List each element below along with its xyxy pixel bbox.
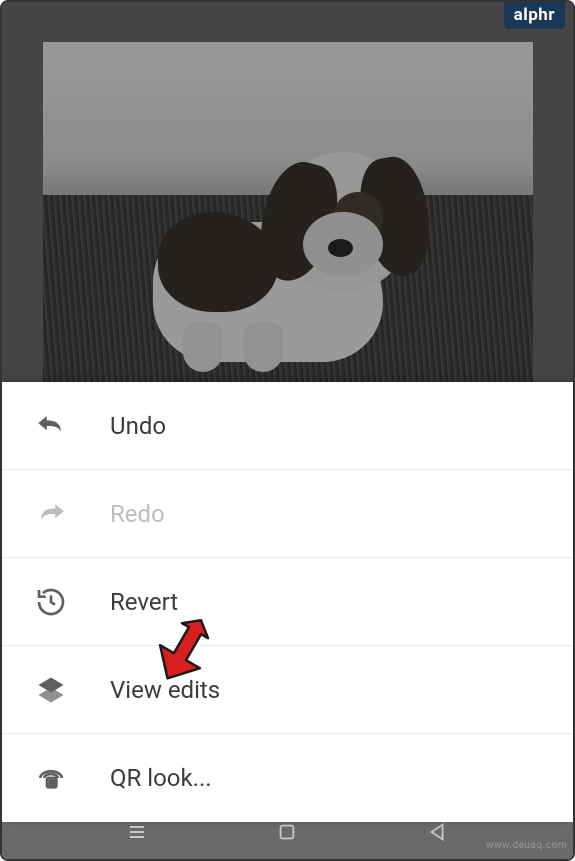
qr-look-label: QR look... [110, 764, 212, 792]
layers-icon [32, 671, 70, 709]
content-area: Undo Redo Revert [2, 2, 573, 805]
back-button[interactable] [424, 818, 452, 846]
redo-icon [32, 495, 70, 533]
undo-label: Undo [110, 412, 166, 440]
undo-menuitem[interactable]: Undo [2, 382, 573, 470]
watermark-text: www.deuaq.com [486, 840, 567, 851]
redo-menuitem: Redo [2, 470, 573, 558]
revert-menuitem[interactable]: Revert [2, 558, 573, 646]
home-button[interactable] [273, 818, 301, 846]
view-edits-menuitem[interactable]: View edits [2, 646, 573, 734]
app-frame: alphr [0, 0, 575, 861]
revert-label: Revert [110, 588, 178, 616]
brand-badge: alphr [504, 2, 565, 29]
view-edits-label: View edits [110, 676, 220, 704]
redo-label: Redo [110, 500, 165, 528]
qr-look-menuitem[interactable]: QR look... [2, 734, 573, 822]
revert-icon [32, 583, 70, 621]
image-preview-area [2, 2, 573, 382]
qr-look-icon [32, 759, 70, 797]
undo-icon [32, 407, 70, 445]
recents-button[interactable] [123, 818, 151, 846]
edit-history-menu: Undo Redo Revert [2, 382, 573, 822]
